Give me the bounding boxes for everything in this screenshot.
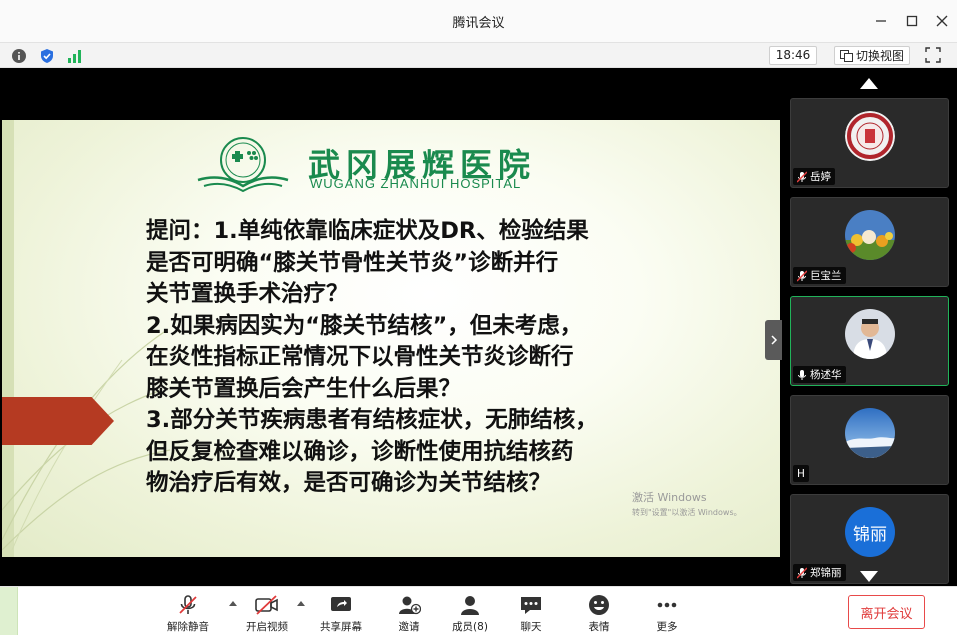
- participant-panel: 岳婷 巨宝兰 杨述华 H 锦丽 郑锦丽: [782, 68, 957, 586]
- more-label: 更多: [656, 621, 678, 633]
- grid-view-icon: [839, 49, 853, 62]
- participant-tile-active[interactable]: 杨述华: [790, 296, 949, 386]
- slide-line: 3.部分关节疾病患者有结核症状，无肺结核，: [146, 407, 598, 433]
- title-bar: 腾讯会议: [0, 0, 957, 42]
- participant-name: 郑锦丽: [810, 567, 842, 579]
- doctor-photo-icon: [845, 309, 895, 359]
- members-label: 成员(8): [452, 621, 488, 633]
- windows-activation-watermark: 激活 Windows 转到"设置"以激活 Windows。: [632, 490, 742, 520]
- avatar: [845, 408, 895, 458]
- add-user-icon: [396, 593, 422, 617]
- participant-name: 巨宝兰: [810, 270, 842, 282]
- participant-tile[interactable]: 巨宝兰: [790, 197, 949, 287]
- invite-button[interactable]: 邀请: [380, 593, 438, 635]
- participant-name: 岳婷: [810, 171, 831, 183]
- participant-name: 杨述华: [810, 369, 842, 381]
- slide-line: 提问：1.单纯依靠临床症状及DR、检验结果: [146, 218, 589, 244]
- mic-muted-icon: [797, 566, 807, 579]
- participant-name-tag: 岳婷: [793, 168, 835, 185]
- participant-tile[interactable]: H: [790, 395, 949, 485]
- chat-label: 聊天: [520, 621, 542, 633]
- info-icon[interactable]: [10, 47, 27, 64]
- fullscreen-icon[interactable]: [925, 47, 942, 64]
- switch-view-button[interactable]: 切换视图: [834, 46, 910, 65]
- avatar: 锦丽: [845, 507, 895, 557]
- slide-line: 是否可明确“膝关节骨性关节炎”诊断并行: [146, 249, 559, 276]
- reactions-button[interactable]: 表情: [570, 593, 628, 635]
- mic-muted-icon: [175, 593, 201, 617]
- presentation-slide: 武冈展辉医院 WUGANG ZHANHUI HOSPITAL 提问：1.单纯依靠…: [2, 120, 780, 557]
- slide-line: 物治疗后有效，是否可确诊为关节结核？: [146, 470, 552, 496]
- smiley-icon: [586, 593, 612, 617]
- participant-name-tag: 巨宝兰: [793, 267, 846, 284]
- chat-icon: [518, 593, 544, 617]
- avatar: [845, 111, 895, 161]
- hospital-name-en: WUGANG ZHANHUI HOSPITAL: [310, 176, 522, 191]
- scroll-up-icon[interactable]: [860, 78, 878, 89]
- more-dots-icon: [654, 593, 680, 617]
- start-video-label: 开启视频: [246, 621, 288, 633]
- slide-line: 2.如果病因实为“膝关节结核”，但未考虑，: [146, 312, 583, 339]
- unmute-button[interactable]: 解除静音: [159, 593, 217, 635]
- leave-meeting-button[interactable]: 离开会议: [848, 595, 925, 629]
- switch-view-label: 切换视图: [855, 49, 904, 63]
- mic-muted-icon: [797, 170, 807, 183]
- members-button[interactable]: 成员(8): [441, 593, 499, 635]
- self-view-thumbnail[interactable]: [0, 587, 18, 635]
- invite-label: 邀请: [398, 621, 420, 633]
- avatar-text: 锦丽: [845, 507, 895, 557]
- watermark-line2: 转到"设置"以激活 Windows。: [632, 508, 742, 517]
- minimize-icon[interactable]: [870, 10, 892, 32]
- start-video-button[interactable]: 开启视频: [238, 593, 296, 635]
- meeting-clock: 18:46: [769, 46, 817, 65]
- avatar: [845, 210, 895, 260]
- chat-button[interactable]: 聊天: [502, 593, 560, 635]
- audio-options-chevron-icon[interactable]: [229, 601, 237, 606]
- meeting-info-bar: 18:46 切换视图: [0, 42, 957, 68]
- participant-name-tag: 郑锦丽: [793, 564, 846, 581]
- members-icon: [457, 593, 483, 617]
- video-options-chevron-icon[interactable]: [297, 601, 305, 606]
- close-icon[interactable]: [931, 10, 953, 32]
- university-seal-icon: [845, 111, 895, 161]
- meeting-toolbar: 解除静音 开启视频 共享屏幕 邀请 成员(8) 聊天 表情 更多 离开会议: [0, 586, 957, 638]
- avatar: [845, 309, 895, 359]
- collapse-panel-button[interactable]: [765, 320, 782, 360]
- share-screen-icon: [328, 593, 354, 617]
- shield-icon[interactable]: [38, 47, 55, 64]
- slide-line: 但反复检查难以确诊，诊断性使用抗结核药: [146, 438, 574, 465]
- mic-icon: [798, 369, 806, 380]
- reactions-label: 表情: [588, 621, 610, 633]
- flowers-photo-icon: [845, 210, 895, 260]
- mic-muted-icon: [797, 269, 807, 282]
- participant-name-tag: H: [793, 465, 809, 482]
- slide-line: 在炎性指标正常情况下以骨性关节炎诊断行: [146, 344, 574, 370]
- participant-name-tag: 杨述华: [793, 366, 846, 383]
- watermark-line1: 激活 Windows: [632, 491, 707, 504]
- chevron-right-icon: [770, 335, 777, 345]
- slide-line: 关节置换手术治疗？: [146, 281, 349, 307]
- slide-line: 膝关节置换后会产生什么后果？: [146, 375, 462, 402]
- share-screen-label: 共享屏幕: [320, 621, 362, 633]
- participant-tile[interactable]: 岳婷: [790, 98, 949, 188]
- shared-screen-area: 武冈展辉医院 WUGANG ZHANHUI HOSPITAL 提问：1.单纯依靠…: [0, 68, 782, 586]
- more-button[interactable]: 更多: [638, 593, 696, 635]
- camera-off-icon: [254, 593, 280, 617]
- hospital-logo: [197, 137, 289, 193]
- unmute-label: 解除静音: [167, 621, 209, 633]
- slide-red-arrow: [2, 397, 114, 445]
- maximize-icon[interactable]: [901, 10, 923, 32]
- sky-photo-icon: [845, 408, 895, 458]
- participant-name: H: [797, 467, 805, 480]
- signal-strength-icon[interactable]: [66, 47, 83, 64]
- slide-question-text: 提问：1.单纯依靠临床症状及DR、检验结果 是否可明确“膝关节骨性关节炎”诊断并…: [146, 216, 666, 500]
- window-title: 腾讯会议: [452, 16, 505, 31]
- share-screen-button[interactable]: 共享屏幕: [312, 593, 370, 635]
- scroll-down-icon[interactable]: [860, 571, 878, 582]
